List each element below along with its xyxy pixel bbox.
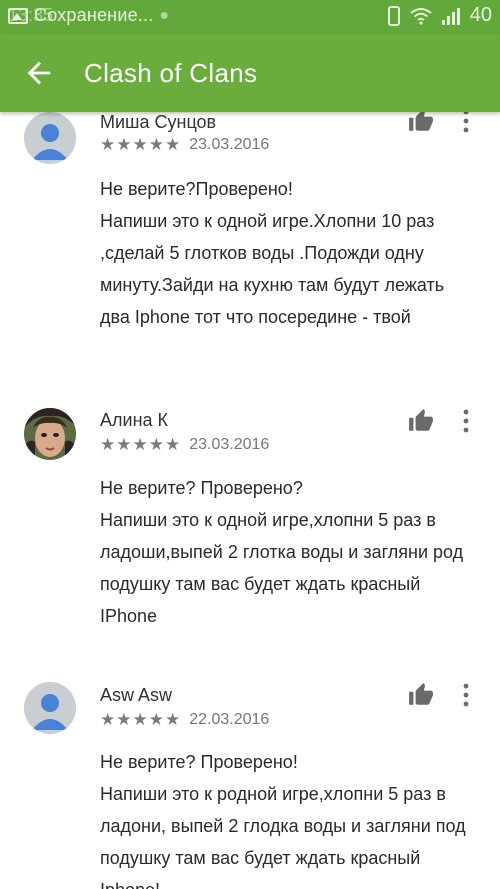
- review-author: Asw Asw: [100, 685, 173, 705]
- avatar: [24, 682, 76, 734]
- review-text-line: Не верите?Проверено!: [100, 179, 293, 199]
- avatar: [24, 112, 76, 164]
- review-rating: ★★★★★ 22.03.2016: [100, 710, 269, 730]
- arrow-back-icon[interactable]: [22, 56, 56, 90]
- review-author: Миша Сунцов: [100, 112, 217, 132]
- message-icon: ●: [159, 6, 170, 24]
- star-rating: ★★★★★: [100, 710, 182, 729]
- person-icon: [24, 682, 76, 734]
- thumbs-up-icon[interactable]: [408, 682, 434, 708]
- avatar: [24, 408, 76, 460]
- review-text-line: Не верите? Проверено?: [100, 478, 303, 498]
- review-text: Не верите? Проверено? Напиши это к одной…: [100, 472, 470, 632]
- portrait-avatar: [24, 408, 76, 460]
- review-text-line: Не верите? Проверено!: [100, 752, 298, 772]
- star-rating: ★★★★★: [100, 135, 182, 154]
- more-vert-icon[interactable]: [458, 682, 474, 708]
- app-title: Clash of Clans: [84, 58, 258, 88]
- review-text-line: Напиши это к родной игре,хлопни 5 раз в …: [100, 784, 466, 889]
- review-date: 23.03.2016: [189, 136, 270, 153]
- review-item: Asw Asw ★★★★★ 22.03.2016 Не верите? Пров…: [0, 682, 500, 889]
- star-rating: ★★★★★: [100, 435, 182, 454]
- review-rating: ★★★★★ 23.03.2016: [100, 435, 269, 455]
- review-author: Алина К: [100, 410, 169, 430]
- status-bar: 13:35 Сохранение... ● 40: [0, 0, 500, 34]
- status-right: 40: [387, 4, 492, 27]
- signal-icon: [441, 7, 460, 25]
- status-left: 13:35 Сохранение... ●: [8, 5, 169, 26]
- person-icon: [24, 112, 76, 164]
- review-text: Не верите?Проверено! Напиши это к одной …: [100, 173, 470, 333]
- more-vert-icon[interactable]: [458, 408, 474, 434]
- battery-level: 40: [469, 4, 492, 26]
- review-text-line: Напиши это к одной игре,хлопни 5 раз в л…: [100, 510, 464, 626]
- vibrate-icon: [387, 5, 400, 26]
- image-icon: [8, 7, 28, 24]
- review-text-line: Напиши это к одной игре.Хлопни 10 раз ,с…: [100, 211, 445, 327]
- more-vert-icon[interactable]: [458, 112, 474, 134]
- review-date: 22.03.2016: [189, 711, 270, 728]
- review-text: Не верите? Проверено! Напиши это к родно…: [100, 746, 470, 889]
- thumbs-up-icon[interactable]: [408, 112, 434, 134]
- review-date: 23.03.2016: [189, 436, 270, 453]
- reviews-list[interactable]: Миша Сунцов ★★★★★ 23.03.2016 Не верите?П…: [0, 112, 500, 889]
- app-bar: Clash of Clans: [0, 34, 500, 112]
- review-rating: ★★★★★ 23.03.2016: [100, 135, 269, 155]
- review-item: Миша Сунцов ★★★★★ 23.03.2016 Не верите?П…: [0, 112, 500, 392]
- wifi-icon: [410, 7, 432, 25]
- review-item: Алина К ★★★★★ 23.03.2016 Не верите? Пров…: [0, 408, 500, 658]
- thumbs-up-icon[interactable]: [408, 408, 434, 434]
- status-notification: Сохранение...: [34, 5, 154, 25]
